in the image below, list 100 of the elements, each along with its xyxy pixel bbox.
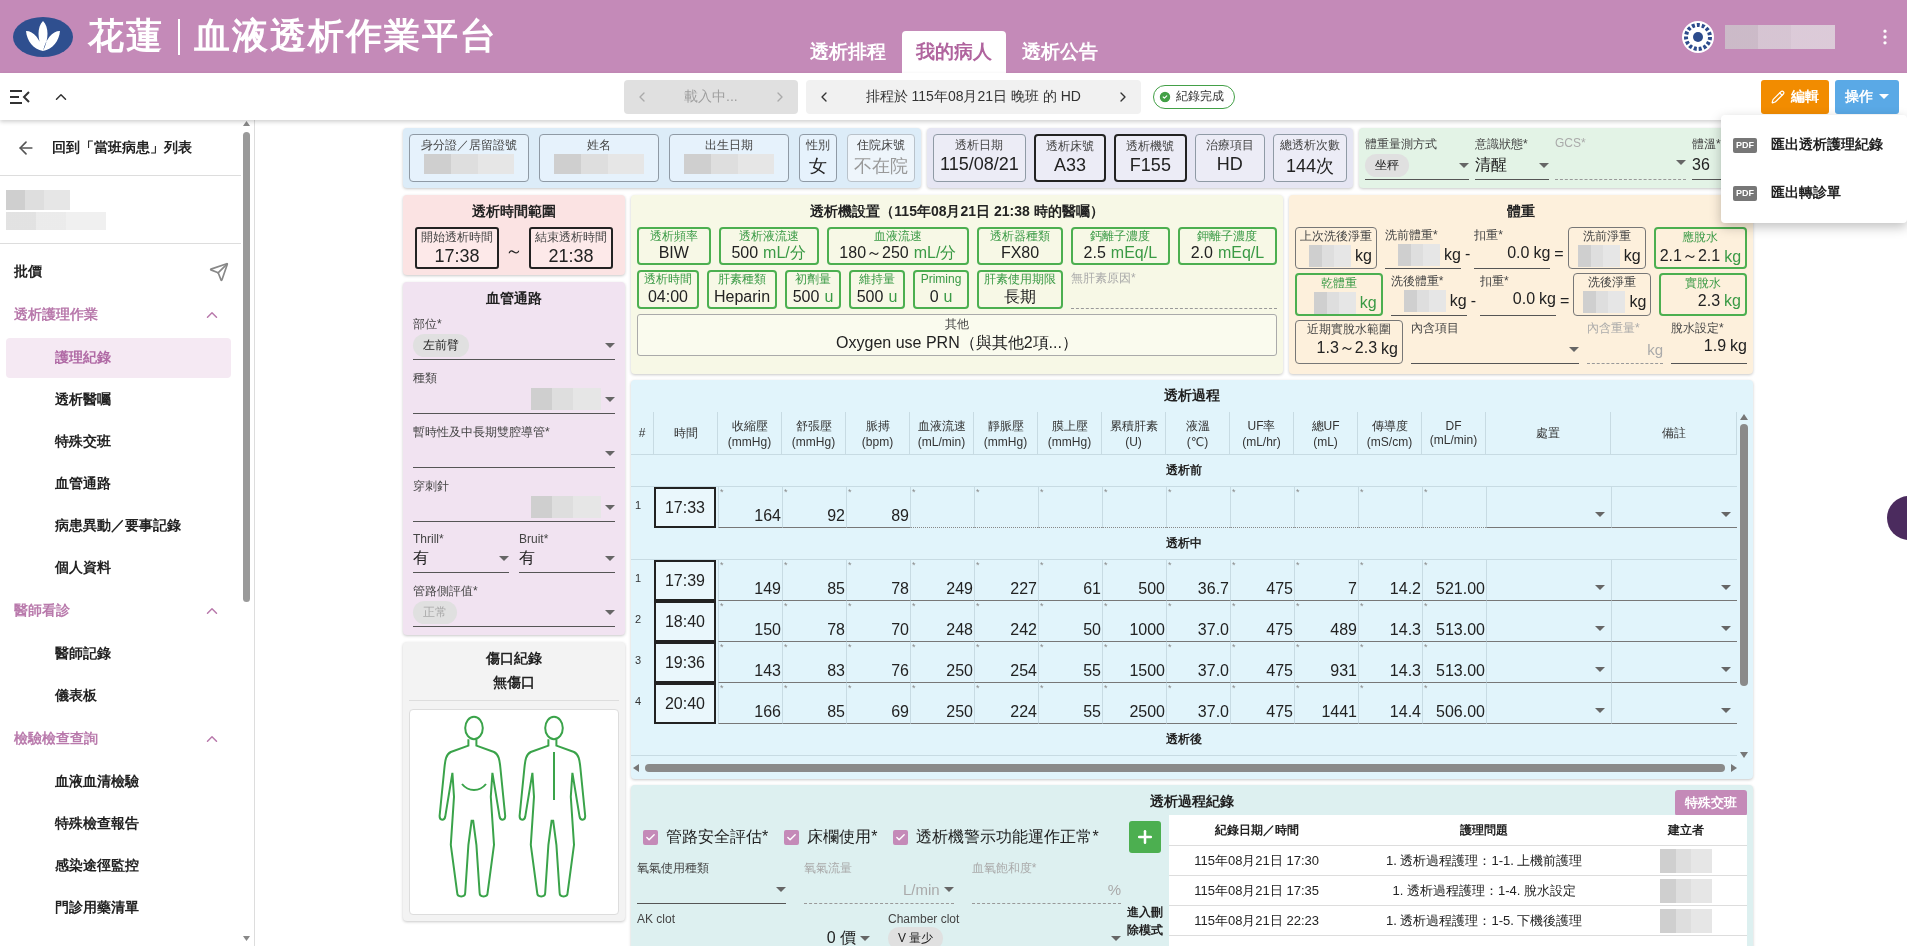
select-field[interactable]: Thrill* 有: [413, 532, 509, 573]
value-input[interactable]: * 250: [910, 642, 974, 683]
sidebar-item[interactable]: 儀表板: [6, 676, 231, 716]
select-field[interactable]: AK clot 0 價: [637, 912, 870, 946]
value-input[interactable]: * 254: [974, 642, 1038, 683]
value-input[interactable]: * 14.3: [1358, 642, 1422, 683]
value-input[interactable]: * 1441: [1294, 683, 1358, 724]
value-input[interactable]: * 76: [846, 642, 910, 683]
sidebar-item[interactable]: 透析醫囑: [6, 380, 231, 420]
value-input[interactable]: * 37.0: [1166, 601, 1230, 642]
sidebar-item[interactable]: 個人資料: [6, 548, 231, 588]
back-link[interactable]: 回到「當班病患」列表: [0, 120, 241, 176]
value-input[interactable]: * 489: [1294, 601, 1358, 642]
select-input[interactable]: [1486, 642, 1611, 683]
value-input[interactable]: * 150: [718, 601, 782, 642]
time-input[interactable]: 19:36: [654, 642, 716, 683]
select-field[interactable]: 種類: [413, 370, 615, 414]
value-input[interactable]: * 69: [846, 683, 910, 724]
value-input[interactable]: * 149: [718, 560, 782, 601]
value-input[interactable]: * 78: [782, 601, 846, 642]
value-input[interactable]: * 37.0: [1166, 642, 1230, 683]
time-input[interactable]: 17:33: [654, 487, 716, 528]
select-field[interactable]: Chamber clot V 量少: [888, 912, 1121, 946]
value-input[interactable]: * 224: [974, 683, 1038, 724]
value-input[interactable]: * 2500: [1102, 683, 1166, 724]
value-input[interactable]: * 164: [718, 487, 782, 528]
value-input[interactable]: * 500: [1102, 560, 1166, 601]
value-input[interactable]: * 50: [1038, 601, 1102, 642]
menu-collapse-icon[interactable]: [10, 89, 30, 104]
sidebar-item[interactable]: 血管通路: [6, 464, 231, 504]
sidebar-item[interactable]: 病患異動／要事記錄: [6, 506, 231, 546]
value-input[interactable]: * 83: [782, 642, 846, 683]
value-input[interactable]: * 143: [718, 642, 782, 683]
sidebar-item[interactable]: 門診用藥清單: [6, 888, 231, 928]
sidebar-item[interactable]: 醫師記錄: [6, 634, 231, 674]
value-input[interactable]: * 89: [846, 487, 910, 528]
value-input[interactable]: * 7: [1294, 560, 1358, 601]
value-input[interactable]: * 513.00: [1422, 601, 1486, 642]
select-input[interactable]: [1611, 683, 1737, 724]
weight-input[interactable]: 脫水設定* 1.9 kg: [1671, 320, 1747, 364]
schedule-navigator[interactable]: 排程於 115年08月21日 晚班 的 HD: [805, 79, 1141, 114]
time-input[interactable]: 18:40: [654, 601, 716, 642]
select-field[interactable]: 內含項目: [1411, 320, 1579, 364]
weight-input[interactable]: 扣重* 0.0 kg: [1480, 273, 1556, 316]
value-input[interactable]: * 242: [974, 601, 1038, 642]
select-input[interactable]: [1611, 601, 1737, 642]
value-input[interactable]: * 61: [1038, 560, 1102, 601]
nav-tab[interactable]: 我的病人: [901, 31, 1006, 73]
value-input[interactable]: * 248: [910, 601, 974, 642]
value-input[interactable]: * 475: [1230, 642, 1294, 683]
select-field[interactable]: 部位* 左前臂: [413, 316, 615, 360]
value-input[interactable]: * 931: [1294, 642, 1358, 683]
value-input[interactable]: * 166: [718, 683, 782, 724]
select-field[interactable]: 氧氣使用種類: [637, 860, 787, 904]
weight-input[interactable]: 洗前體重* kg: [1385, 227, 1461, 269]
add-button[interactable]: [1129, 821, 1161, 853]
value-input[interactable]: * 14.2: [1358, 560, 1422, 601]
start-time-field[interactable]: 開始透析時間 17:38: [415, 227, 499, 269]
value-input[interactable]: * 227: [974, 560, 1038, 601]
value-input[interactable]: * 1500: [1102, 642, 1166, 683]
select-input[interactable]: [1611, 487, 1737, 528]
value-input[interactable]: * 521.00: [1422, 560, 1486, 601]
value-input[interactable]: * 475: [1230, 560, 1294, 601]
value-input[interactable]: * 249: [910, 560, 974, 601]
value-input[interactable]: * 475: [1230, 683, 1294, 724]
value-input[interactable]: * 513.00: [1422, 642, 1486, 683]
sidebar-item[interactable]: 感染途徑監控: [6, 846, 231, 886]
checkbox[interactable]: 床欄使用*: [784, 827, 878, 848]
value-input[interactable]: * 475: [1230, 601, 1294, 642]
sidebar-item[interactable]: 特殊檢查報告: [6, 804, 231, 844]
sidebar-item[interactable]: 特殊交班: [6, 422, 231, 462]
value-input[interactable]: * 506.00: [1422, 683, 1486, 724]
value-input[interactable]: * 14.3: [1358, 601, 1422, 642]
checkbox[interactable]: 透析機警示功能運作正常*: [893, 827, 1099, 848]
value-input[interactable]: * 14.4: [1358, 683, 1422, 724]
select-field[interactable]: 暫時性及中長期雙腔導管*: [413, 424, 615, 468]
value-input[interactable]: * 55: [1038, 642, 1102, 683]
weight-input[interactable]: 扣重* 0.0 kg: [1474, 227, 1551, 269]
select-input[interactable]: [1486, 560, 1611, 601]
delete-mode-link[interactable]: 進入刪除模式: [1127, 903, 1163, 939]
input-field[interactable]: 體溫* 36: [1692, 136, 1732, 180]
select-input[interactable]: [1486, 683, 1611, 724]
value-input[interactable]: * 36.7: [1166, 560, 1230, 601]
value-input[interactable]: * 250: [910, 683, 974, 724]
select-field[interactable]: 意識狀態* 清醒: [1475, 136, 1549, 180]
select-field[interactable]: Bruit* 有: [519, 532, 615, 573]
time-input[interactable]: 20:40: [654, 683, 716, 724]
value-input[interactable]: * 37.0: [1166, 683, 1230, 724]
select-input[interactable]: [1611, 642, 1737, 683]
value-input[interactable]: * 1000: [1102, 601, 1166, 642]
value-input[interactable]: * 78: [846, 560, 910, 601]
weight-input[interactable]: 洗後體重* kg: [1390, 273, 1467, 316]
select-input[interactable]: [1611, 560, 1737, 601]
value-input[interactable]: * 70: [846, 601, 910, 642]
value-input[interactable]: * 55: [1038, 683, 1102, 724]
select-input[interactable]: [1486, 601, 1611, 642]
send-icon[interactable]: [209, 262, 229, 282]
select-field[interactable]: 穿刺針: [413, 478, 615, 522]
sidebar-item[interactable]: 血液血清檢驗: [6, 762, 231, 802]
value-input[interactable]: * 85: [782, 683, 846, 724]
